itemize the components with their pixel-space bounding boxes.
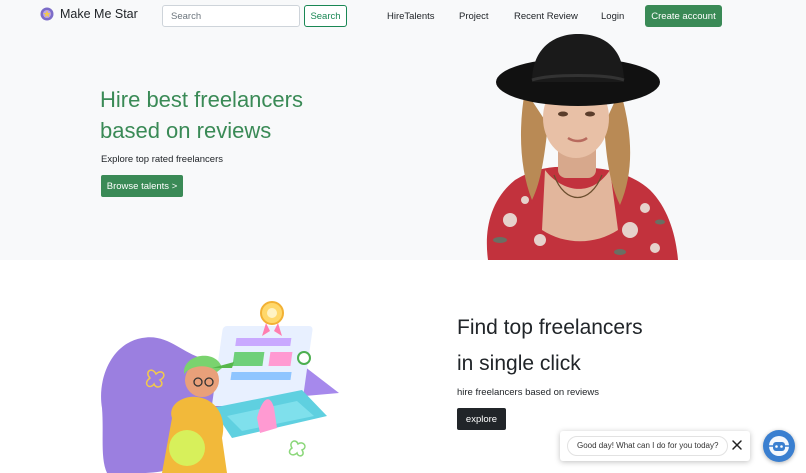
nav-link-login[interactable]: Login (601, 11, 624, 22)
chat-launcher-button[interactable] (763, 430, 795, 462)
chat-bot-icon (769, 436, 789, 456)
create-account-button[interactable]: Create account (645, 5, 722, 27)
nav-link-hire-talents[interactable]: HireTalents (387, 11, 435, 22)
star-badge-icon (40, 7, 54, 21)
nav-link-project[interactable]: Project (459, 11, 489, 22)
chat-popup: Good day! What can I do for you today? (560, 431, 750, 461)
section-title-line-2: in single click (457, 352, 581, 375)
section-title-line-1: Find top freelancers (457, 316, 643, 339)
hero-title: Hire best freelancers based on reviews (100, 84, 360, 146)
hero-title-line-2: based on reviews (100, 118, 272, 143)
hero-subtitle: Explore top rated freelancers (101, 154, 223, 165)
brand-name: Make Me Star (60, 7, 138, 21)
navbar: Make Me Star Search HireTalents Project … (0, 0, 806, 33)
hero-woman-photo (486, 34, 678, 260)
freelancer-illustration (101, 301, 339, 473)
brand[interactable]: Make Me Star (40, 7, 138, 21)
search-button[interactable]: Search (304, 5, 347, 27)
hero-title-line-1: Hire best freelancers (100, 87, 303, 112)
close-icon[interactable] (731, 439, 743, 451)
browse-talents-button[interactable]: Browse talents > (101, 175, 183, 197)
hero-section (0, 33, 806, 260)
section-subtitle: hire freelancers based on reviews (457, 387, 600, 398)
chat-greeting-message[interactable]: Good day! What can I do for you today? (567, 436, 729, 456)
search-input[interactable] (162, 5, 300, 27)
explore-button[interactable]: explore (457, 408, 506, 430)
section-title: Find top freelancers in single click (457, 310, 697, 382)
nav-link-recent-review[interactable]: Recent Review (514, 11, 578, 22)
